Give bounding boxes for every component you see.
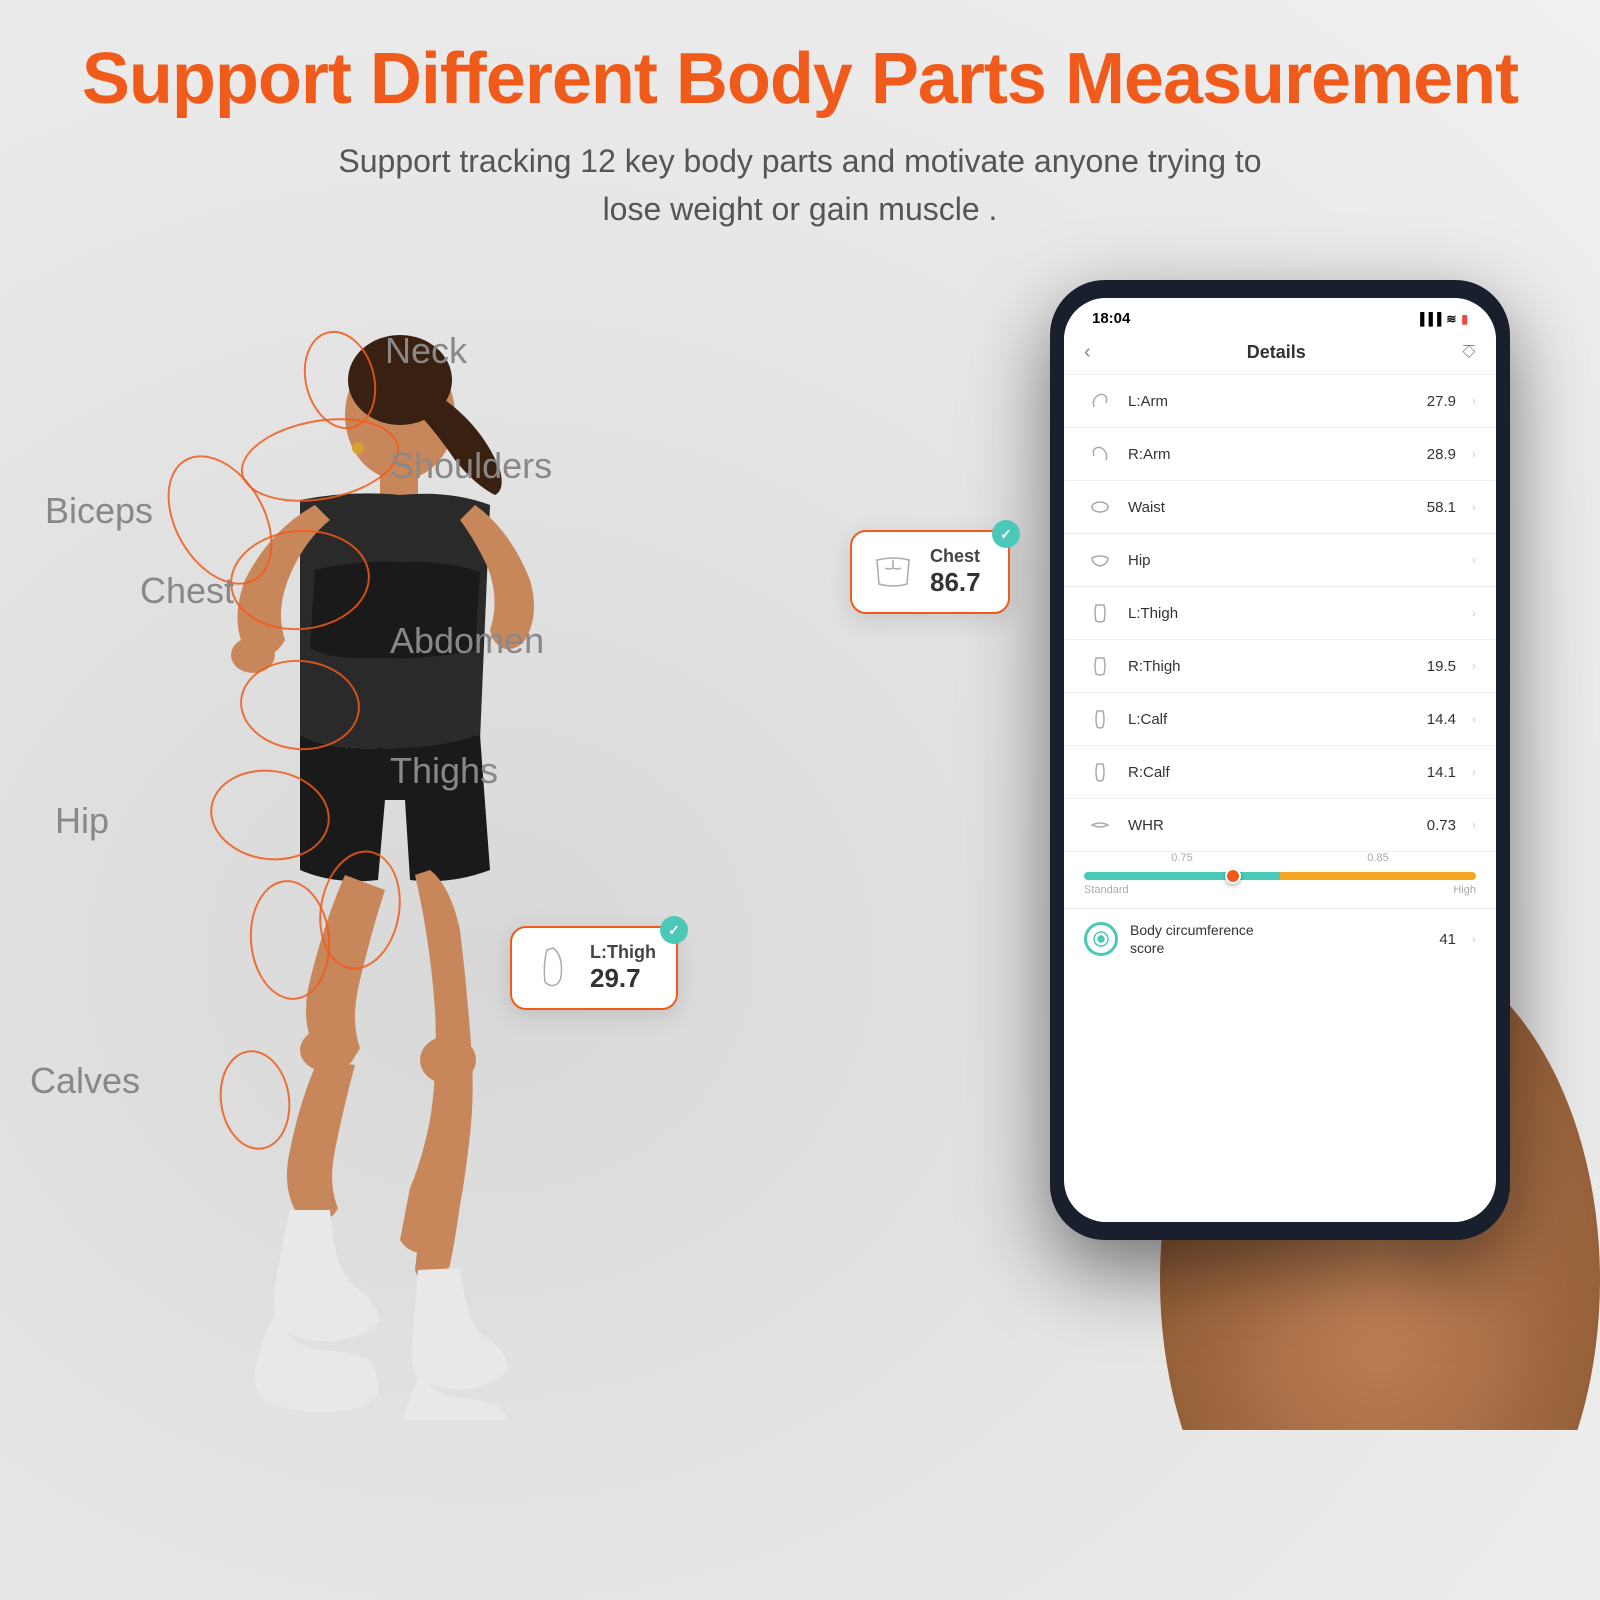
lthigh-tooltip: ✓ L:Thigh 29.7 — [510, 926, 678, 1010]
arm-icon — [1084, 438, 1116, 470]
measurement-label: Waist — [1128, 499, 1415, 516]
whr-icon — [1084, 809, 1116, 841]
table-row[interactable]: L:Arm 27.9 › — [1064, 375, 1496, 428]
measurement-label: R:Thigh — [1128, 658, 1415, 675]
app-nav: ‹ Details ⎏ — [1064, 335, 1496, 375]
measurement-value: 58.1 — [1427, 499, 1456, 516]
check-icon: ✓ — [660, 916, 688, 944]
chevron-icon: › — [1472, 500, 1476, 514]
phone-screen: 18:04 ▐▐▐ ≋ ▮ ‹ Details ⎏ L:A — [1064, 298, 1496, 1222]
table-row[interactable]: L:Calf 14.4 › — [1064, 693, 1496, 746]
calf-icon — [1084, 756, 1116, 788]
label-chest: Chest — [140, 570, 234, 612]
chevron-icon: › — [1472, 712, 1476, 726]
chevron-icon: › — [1472, 394, 1476, 408]
measurement-value: 14.1 — [1427, 764, 1456, 781]
chevron-icon: › — [1472, 818, 1476, 832]
lthigh-value: 29.7 — [590, 963, 656, 994]
page-title: Support Different Body Parts Measurement — [0, 40, 1600, 119]
chest-text: Chest 86.7 — [930, 546, 988, 598]
label-hip: Hip — [55, 800, 109, 842]
thigh-icon — [528, 943, 578, 993]
measurement-label: R:Arm — [1128, 446, 1415, 463]
score-value: 41 — [1439, 931, 1456, 948]
chevron-icon: › — [1472, 606, 1476, 620]
score-row[interactable]: Body circumferencescore 41 › — [1064, 909, 1496, 969]
status-bar: 18:04 ▐▐▐ ≋ ▮ — [1064, 298, 1496, 335]
score-label: Body circumferencescore — [1130, 921, 1427, 957]
phone-frame: 18:04 ▐▐▐ ≋ ▮ ‹ Details ⎏ L:A — [1050, 280, 1510, 1240]
whr-graph-section: 0.75 0.85 Standard High — [1064, 852, 1496, 909]
table-row[interactable]: Hip › — [1064, 534, 1496, 587]
measurement-label: L:Thigh — [1128, 605, 1444, 622]
wifi-icon: ≋ — [1446, 312, 1456, 326]
chest-tooltip: ✓ Chest 86.7 — [850, 530, 1010, 614]
whr-indicator — [1225, 868, 1241, 884]
lthigh-label: L:Thigh — [590, 942, 656, 963]
chevron-icon: › — [1472, 553, 1476, 567]
arm-icon — [1084, 385, 1116, 417]
measurement-label: Hip — [1128, 552, 1444, 569]
thigh-icon — [1084, 650, 1116, 682]
status-time: 18:04 — [1092, 310, 1130, 327]
chevron-icon: › — [1472, 659, 1476, 673]
table-row[interactable]: WHR 0.73 › — [1064, 799, 1496, 852]
label-shoulders: Shoulders — [390, 445, 552, 487]
whr-values: 0.75 0.85 — [1084, 852, 1476, 864]
label-biceps: Biceps — [45, 490, 153, 532]
measurement-label: WHR — [1128, 817, 1415, 834]
label-thighs: Thighs — [390, 750, 498, 792]
chevron-icon: › — [1472, 447, 1476, 461]
measurement-list: L:Arm 27.9 › R:Arm 28.9 › Waist — [1064, 375, 1496, 852]
measurement-value: 19.5 — [1427, 658, 1456, 675]
measurement-value: 27.9 — [1427, 393, 1456, 410]
whr-graph — [1084, 872, 1476, 880]
chest-value: 86.7 — [930, 567, 988, 598]
measurement-value: 0.73 — [1427, 817, 1456, 834]
score-icon — [1084, 922, 1118, 956]
measurement-label: L:Arm — [1128, 393, 1415, 410]
chevron-icon: › — [1472, 932, 1476, 946]
battery-icon: ▮ — [1461, 312, 1468, 326]
table-row[interactable]: Waist 58.1 › — [1064, 481, 1496, 534]
screen-title: Details — [1247, 342, 1306, 363]
measurement-label: L:Calf — [1128, 711, 1415, 728]
label-abdomen: Abdomen — [390, 620, 544, 662]
table-row[interactable]: L:Thigh › — [1064, 587, 1496, 640]
label-neck: Neck — [385, 330, 467, 372]
whr-val-2: 0.85 — [1367, 852, 1388, 864]
measurement-label: R:Calf — [1128, 764, 1415, 781]
chevron-icon: › — [1472, 765, 1476, 779]
whr-labels: Standard High — [1084, 884, 1476, 896]
whr-bar — [1084, 872, 1476, 880]
waist-icon — [1084, 491, 1116, 523]
back-button[interactable]: ‹ — [1084, 341, 1091, 364]
share-button[interactable]: ⎏ — [1462, 342, 1476, 363]
table-row[interactable]: R:Thigh 19.5 › — [1064, 640, 1496, 693]
measurement-value: 28.9 — [1427, 446, 1456, 463]
thigh-icon — [1084, 597, 1116, 629]
whr-label-standard: Standard — [1084, 884, 1129, 896]
whr-val-1: 0.75 — [1171, 852, 1192, 864]
signal-icon: ▐▐▐ — [1416, 312, 1442, 326]
hip-icon — [1084, 544, 1116, 576]
chest-icon — [868, 547, 918, 597]
label-calves: Calves — [30, 1060, 140, 1102]
check-icon: ✓ — [992, 520, 1020, 548]
phone-wrapper: 18:04 ▐▐▐ ≋ ▮ ‹ Details ⎏ L:A — [990, 280, 1570, 1330]
measurement-value: 14.4 — [1427, 711, 1456, 728]
status-icons: ▐▐▐ ≋ ▮ — [1416, 312, 1468, 326]
chest-label: Chest — [930, 546, 988, 567]
table-row[interactable]: R:Arm 28.9 › — [1064, 428, 1496, 481]
table-row[interactable]: R:Calf 14.1 › — [1064, 746, 1496, 799]
calf-icon — [1084, 703, 1116, 735]
whr-label-high: High — [1453, 884, 1476, 896]
header: Support Different Body Parts Measurement… — [0, 40, 1600, 233]
lthigh-text: L:Thigh 29.7 — [590, 942, 656, 994]
page-subtitle: Support tracking 12 key body parts and m… — [0, 137, 1600, 233]
